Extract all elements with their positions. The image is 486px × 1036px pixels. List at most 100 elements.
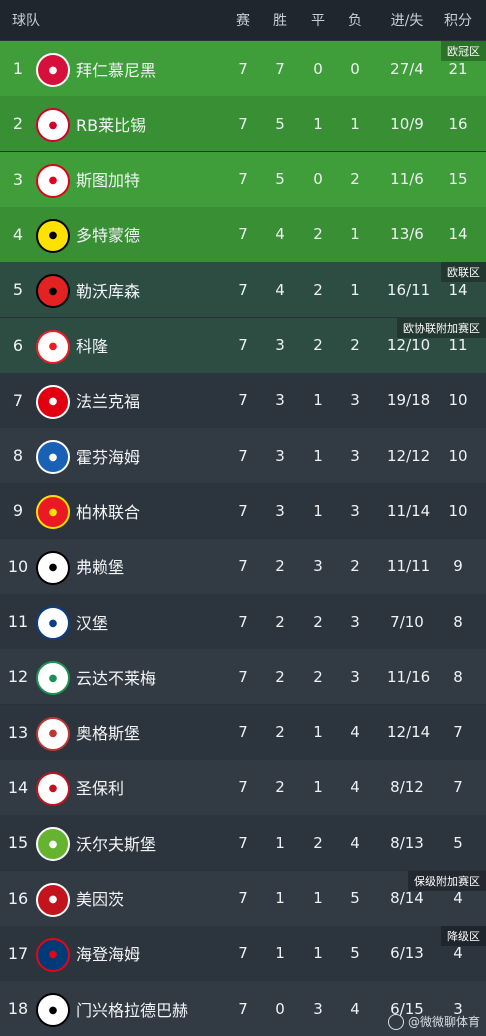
table-row[interactable]: 2 ● RB莱比锡 7 5 1 1 10/9 16	[0, 96, 486, 152]
cell-played: 7	[238, 391, 248, 410]
cell-played: 7	[238, 833, 248, 852]
table-row[interactable]: 14 ● 圣保利 7 2 1 4 8/12 7	[0, 759, 486, 815]
team-name[interactable]: 斯图加特	[76, 167, 140, 191]
team-name[interactable]: 柏林联合	[76, 499, 140, 523]
cell-goals: 10/9	[390, 114, 424, 133]
cell-played: 7	[238, 889, 248, 907]
table-row[interactable]: 16 ● 美因茨 7 1 1 5 8/14 4 保级附加赛区	[0, 870, 486, 926]
cell-played: 7	[238, 944, 248, 963]
cell-drawn: 2	[313, 667, 323, 686]
team-rank: 18	[7, 999, 29, 1019]
team-name[interactable]: 勒沃库森	[76, 278, 140, 302]
koln-icon: ●	[36, 329, 70, 364]
cell-points: 10	[448, 446, 468, 465]
team-name[interactable]: 弗赖堡	[76, 554, 124, 578]
cell-drawn: 1	[313, 723, 323, 742]
team-name[interactable]: 门兴格拉德巴赫	[76, 997, 188, 1021]
cell-lost: 3	[350, 501, 360, 520]
cell-lost: 0	[350, 59, 360, 78]
table-row[interactable]: 11 ● 汉堡 7 2 2 3 7/10 8	[0, 594, 486, 649]
team-name[interactable]: 汉堡	[76, 610, 108, 634]
hamburg-icon: ●	[36, 606, 70, 640]
cell-won: 4	[275, 280, 285, 299]
table-row[interactable]: 17 ● 海登海姆 7 1 1 5 6/13 4 降级区	[0, 925, 486, 981]
team-rank: 6	[12, 335, 24, 355]
table-row[interactable]: 13 ● 奥格斯堡 7 2 1 4 12/14 7	[0, 704, 486, 760]
team-name[interactable]: 拜仁慕尼黑	[76, 57, 156, 81]
team-name[interactable]: RB莱比锡	[76, 112, 146, 136]
cell-played: 7	[238, 114, 248, 133]
cell-drawn: 2	[313, 612, 323, 631]
st-pauli-icon: ●	[36, 771, 70, 806]
cell-drawn: 1	[313, 114, 323, 133]
cell-lost: 4	[350, 723, 360, 742]
cell-lost: 3	[350, 446, 360, 465]
table-row[interactable]: 8 ● 霍芬海姆 7 3 1 3 12/12 10	[0, 428, 486, 484]
team-rank: 13	[7, 722, 29, 742]
team-name[interactable]: 圣保利	[76, 775, 124, 799]
cell-won: 1	[275, 889, 285, 907]
team-name[interactable]: 霍芬海姆	[76, 444, 140, 468]
hoffenheim-icon: ●	[36, 440, 70, 475]
cell-drawn: 1	[313, 889, 323, 907]
table-row[interactable]: 1 ● 拜仁慕尼黑 7 7 0 0 27/4 21 欧冠区	[0, 41, 486, 96]
team-name[interactable]: 云达不莱梅	[76, 665, 156, 689]
cell-won: 7	[275, 59, 285, 78]
table-row[interactable]: 6 ● 科隆 7 3 2 2 12/10 11 欧协联附加赛区	[0, 317, 486, 373]
leipzig-icon: ●	[36, 108, 70, 143]
cell-drawn: 1	[313, 944, 323, 963]
cell-played: 7	[238, 170, 248, 189]
freiburg-icon: ●	[36, 550, 70, 585]
team-rank: 14	[7, 777, 29, 797]
cell-won: 1	[275, 833, 285, 852]
cell-points: 11	[448, 336, 468, 354]
cell-goals: 8/14	[390, 889, 424, 907]
cell-points: 4	[453, 889, 463, 907]
team-rank: 1	[12, 59, 24, 78]
table-row[interactable]: 9 ● 柏林联合 7 3 1 3 11/14 10	[0, 483, 486, 539]
cell-goals: 12/12	[387, 446, 431, 465]
cell-won: 5	[275, 170, 285, 189]
table-row[interactable]: 5 ● 勒沃库森 7 4 2 1 16/11 14 欧联区	[0, 262, 486, 318]
cell-lost: 5	[350, 944, 360, 963]
team-rank: 5	[12, 280, 24, 300]
cell-points: 7	[453, 778, 463, 797]
cell-played: 7	[238, 280, 248, 299]
table-row[interactable]: 15 ● 沃尔夫斯堡 7 1 2 4 8/13 5	[0, 815, 486, 871]
team-name[interactable]: 沃尔夫斯堡	[76, 831, 156, 855]
table-row[interactable]: 7 ● 法兰克福 7 3 1 3 19/18 10	[0, 372, 486, 428]
cell-goals: 11/16	[387, 667, 431, 686]
leverkusen-icon: ●	[36, 274, 70, 309]
cell-goals: 19/18	[387, 391, 431, 410]
cell-drawn: 1	[313, 391, 323, 410]
cell-points: 8	[453, 612, 463, 631]
team-name[interactable]: 法兰克福	[76, 388, 140, 412]
cell-played: 7	[238, 999, 248, 1018]
cell-won: 2	[275, 778, 285, 797]
team-name[interactable]: 奥格斯堡	[76, 720, 140, 744]
table-row[interactable]: 10 ● 弗赖堡 7 2 3 2 11/11 9	[0, 538, 486, 594]
header-points: 积分	[444, 13, 472, 29]
team-name[interactable]: 海登海姆	[76, 941, 140, 965]
table-row[interactable]: 3 ● 斯图加特 7 5 0 2 11/6 15	[0, 151, 486, 207]
cell-won: 3	[275, 501, 285, 520]
team-rank: 10	[7, 556, 29, 576]
team-name[interactable]: 美因茨	[76, 886, 124, 910]
mainz-icon: ●	[36, 882, 70, 917]
cell-points: 5	[453, 833, 463, 852]
cell-drawn: 1	[313, 778, 323, 797]
cell-lost: 2	[350, 557, 360, 576]
augsburg-icon: ●	[36, 716, 70, 751]
cell-goals: 11/11	[387, 557, 431, 576]
header-drawn: 平	[311, 13, 325, 29]
header-team: 球队	[12, 13, 40, 29]
team-name[interactable]: 多特蒙德	[76, 222, 140, 246]
team-name[interactable]: 科隆	[76, 333, 108, 357]
bremen-icon: ●	[36, 661, 70, 696]
union-berlin-icon: ●	[36, 495, 70, 530]
table-row[interactable]: 12 ● 云达不莱梅 7 2 2 3 11/16 8	[0, 649, 486, 705]
dortmund-icon: ●	[36, 218, 70, 253]
cell-drawn: 2	[313, 336, 323, 354]
cell-lost: 3	[350, 667, 360, 686]
table-row[interactable]: 4 ● 多特蒙德 7 4 2 1 13/6 14	[0, 206, 486, 262]
